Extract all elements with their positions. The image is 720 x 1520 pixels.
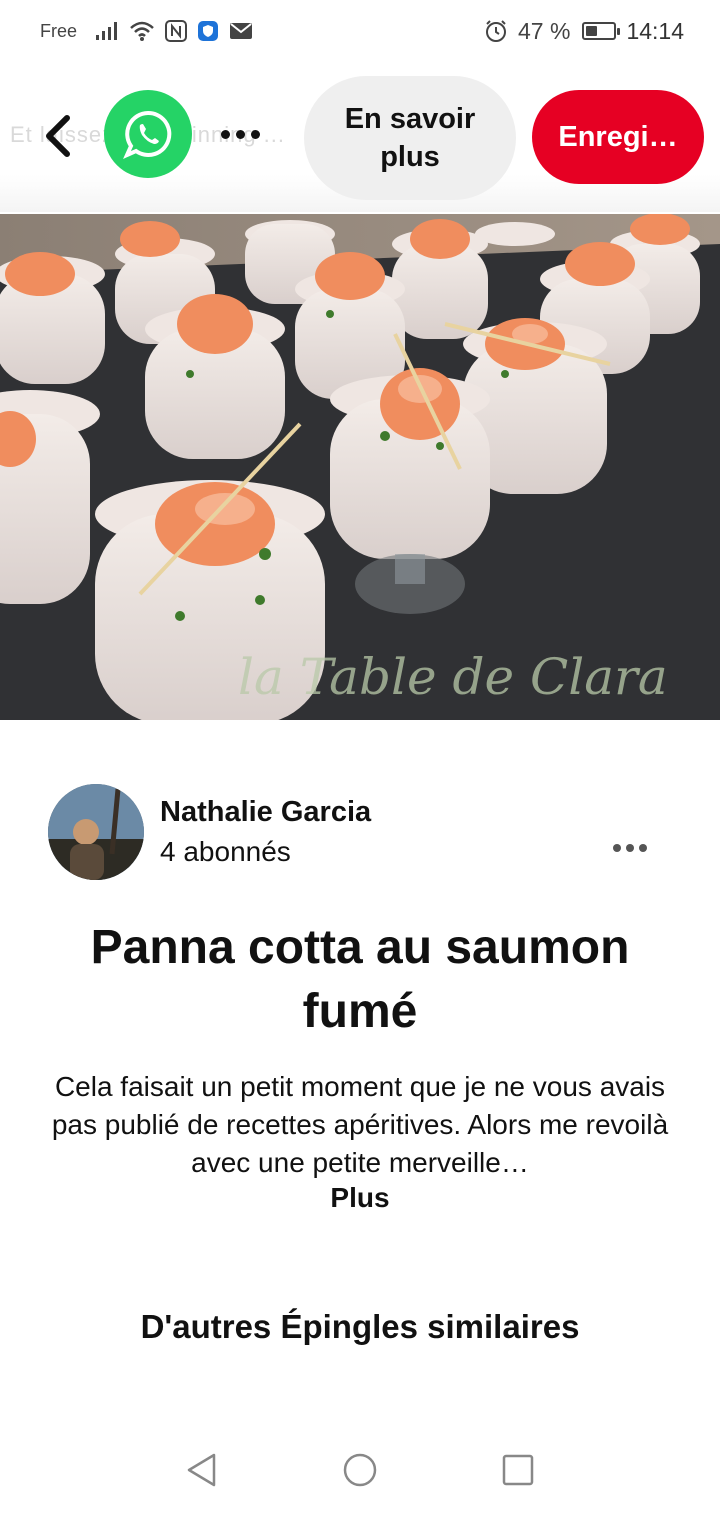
alarm-icon bbox=[484, 19, 508, 43]
similar-pins-heading: D'autres Épingles similaires bbox=[140, 1308, 580, 1345]
whatsapp-share-button[interactable] bbox=[104, 90, 192, 178]
status-bar: Free 47 % 14:14 bbox=[0, 0, 720, 62]
more-link[interactable]: Plus bbox=[310, 1182, 410, 1214]
battery-percent: 47 % bbox=[518, 17, 571, 44]
author-name[interactable]: Nathalie Garcia bbox=[160, 796, 371, 829]
signal-icon bbox=[95, 21, 119, 41]
whatsapp-icon bbox=[123, 110, 172, 159]
learn-more-button[interactable]: En savoir plus bbox=[304, 76, 516, 200]
square-recents-icon bbox=[502, 1454, 534, 1486]
clock: 14:14 bbox=[626, 17, 684, 44]
battery-level bbox=[586, 26, 597, 36]
nfc-icon bbox=[165, 20, 188, 42]
author-more-button[interactable] bbox=[608, 832, 652, 864]
image-watermark: la Table de Clara bbox=[238, 648, 668, 706]
ellipsis-icon bbox=[613, 844, 621, 852]
author-row: Nathalie Garcia 4 abonnés bbox=[48, 784, 672, 880]
triangle-back-icon bbox=[187, 1453, 216, 1487]
status-left: Free bbox=[40, 20, 253, 42]
nav-home-button[interactable] bbox=[340, 1450, 380, 1490]
shield-app-icon bbox=[197, 20, 219, 42]
back-button[interactable] bbox=[34, 108, 82, 164]
pin-title: Panna cotta au saumon fumé bbox=[90, 921, 630, 1038]
author-avatar[interactable] bbox=[48, 784, 144, 880]
wifi-icon bbox=[129, 20, 155, 42]
chevron-left-icon bbox=[46, 115, 70, 157]
avatar-photo bbox=[48, 784, 144, 880]
pin-image[interactable]: la Table de Clara bbox=[0, 214, 720, 720]
status-right: 47 % 14:14 bbox=[484, 18, 684, 45]
more-options-button[interactable] bbox=[214, 114, 266, 154]
author-followers: 4 abonnés bbox=[160, 836, 291, 867]
save-button[interactable]: Enregi… bbox=[532, 90, 704, 184]
battery-icon bbox=[582, 22, 621, 40]
pin-description: Cela faisait un petit moment que je ne v… bbox=[51, 1071, 669, 1178]
mail-icon bbox=[229, 21, 253, 41]
ellipsis-icon bbox=[220, 129, 230, 139]
circle-home-icon bbox=[343, 1453, 377, 1487]
top-action-bar: Et laissez faire Pinning ... En savoir p… bbox=[0, 62, 720, 212]
nav-recents-button[interactable] bbox=[498, 1450, 538, 1490]
nav-back-button[interactable] bbox=[182, 1450, 222, 1490]
system-nav-bar bbox=[0, 1420, 720, 1520]
panna-cotta-photo: la Table de Clara bbox=[0, 214, 720, 720]
carrier-label: Free bbox=[40, 20, 78, 41]
